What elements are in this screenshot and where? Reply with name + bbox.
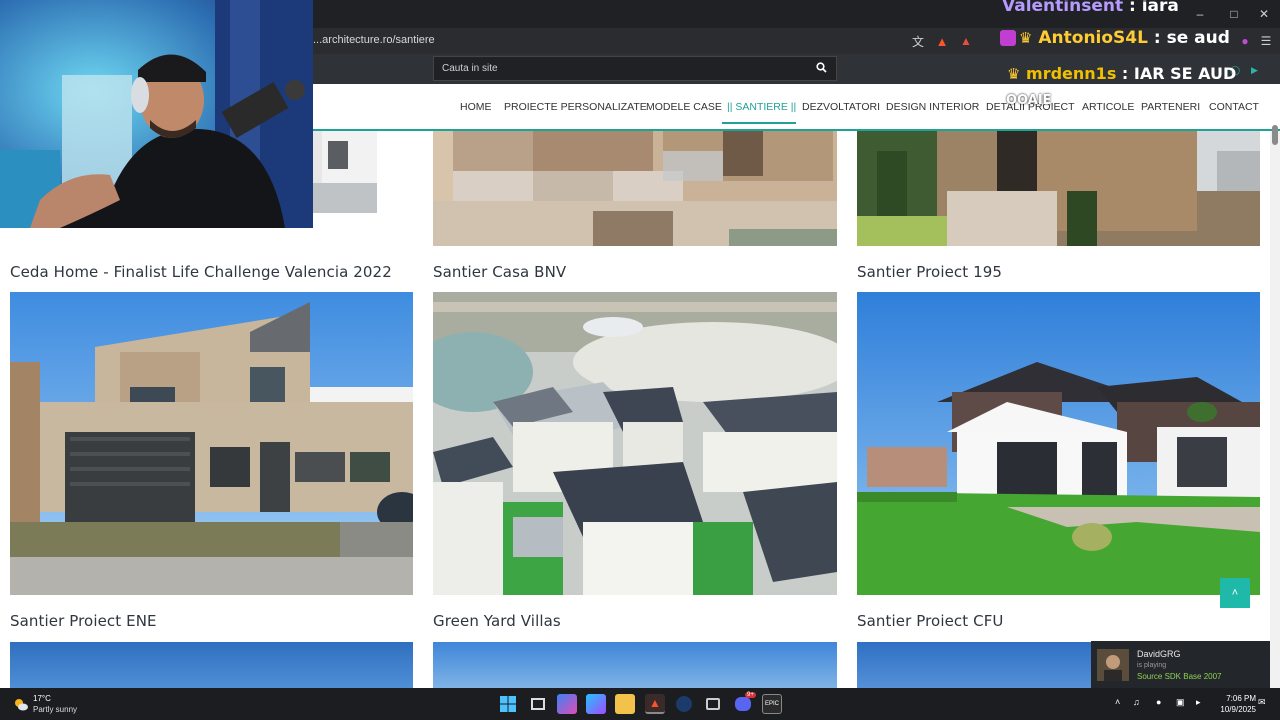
search-input[interactable] [434, 57, 804, 80]
chat-username: mrdenn1s [1026, 64, 1117, 83]
brave-browser-icon[interactable]: ▲ [645, 694, 665, 714]
task-view-icon[interactable] [528, 694, 548, 714]
brave-shield-icon[interactable]: ▲ [934, 33, 950, 49]
project-title[interactable]: Santier Proiect ENE [10, 612, 157, 630]
nav-contact[interactable]: CONTACT [1209, 101, 1259, 113]
minimize-icon[interactable]: – [1192, 6, 1208, 22]
m365-icon[interactable] [586, 694, 606, 714]
speaker-icon[interactable]: ♫ [1133, 697, 1140, 707]
steam-icon[interactable] [674, 694, 694, 714]
weather-icon[interactable] [13, 696, 29, 712]
project-image[interactable] [10, 642, 413, 688]
badge-icon [1000, 30, 1016, 46]
toast-status: is playing [1137, 662, 1167, 669]
project-image-ene[interactable] [10, 292, 413, 595]
chat-text: : IAR SE AUD [1116, 64, 1237, 83]
xbox-icon[interactable] [703, 694, 723, 714]
chevron-up-icon[interactable]: ˄ [1115, 697, 1120, 707]
rewards-icon[interactable]: ▲ [958, 33, 974, 49]
weather-temperature[interactable]: 17°C [33, 694, 51, 703]
notification-icon[interactable]: ✉ [1258, 697, 1266, 708]
volume-icon[interactable]: ▸ [1196, 697, 1201, 708]
project-image-cfu[interactable] [857, 292, 1260, 595]
chat-username: Valentinsent [1002, 0, 1124, 16]
nav-articole[interactable]: ARTICOLE [1082, 101, 1134, 113]
chat-username: AntonioS4L [1038, 28, 1148, 48]
nav-modele-case[interactable]: MODELE CASE [646, 101, 722, 113]
steam-notification[interactable]: DavidGRG is playing Source SDK Base 2007 [1091, 641, 1270, 688]
scrollbar-thumb[interactable] [1272, 125, 1278, 145]
project-image[interactable] [433, 642, 837, 688]
maximize-icon[interactable]: □ [1226, 6, 1242, 22]
extension-icon[interactable]: ● [1237, 33, 1253, 49]
webcam-overlay [0, 0, 313, 228]
nav-dezvoltatori[interactable]: DEZVOLTATORI [802, 101, 880, 113]
project-title[interactable]: Santier Proiect 195 [857, 263, 1002, 281]
chat-message: Valentinsent : iara [1002, 0, 1179, 16]
start-icon[interactable] [498, 694, 518, 714]
project-title[interactable]: Green Yard Villas [433, 612, 561, 630]
epic-games-icon[interactable]: EPIC [762, 694, 782, 714]
crown-icon: ♛ [1007, 65, 1021, 83]
stream-overlay-text: OOAIE [1006, 93, 1052, 108]
youtube-icon[interactable]: ▶ [1251, 65, 1258, 76]
chevron-up-icon: ˄ [1231, 587, 1239, 599]
clock-date[interactable]: 10/9/2025 [1210, 705, 1256, 714]
url-text[interactable]: ...architecture.ro/santiere [313, 34, 435, 46]
file-explorer-icon[interactable] [615, 694, 635, 714]
toast-game: Source SDK Base 2007 [1137, 672, 1222, 681]
project-image-green-yard-villas[interactable] [433, 292, 837, 595]
nav-parteneri[interactable]: PARTENERI [1141, 101, 1200, 113]
avatar [1097, 649, 1129, 681]
close-icon[interactable]: ✕ [1256, 6, 1272, 22]
nav-santiere[interactable]: || SANTIERE || [727, 101, 796, 113]
page-scrollbar[interactable] [1270, 125, 1280, 688]
discord-badge: 9+ [745, 692, 756, 698]
active-nav-underline [722, 122, 796, 124]
windows-taskbar: 17°C Partly sunny ▲ 9+ EPIC ˄ ♫ ● ▣ ▸ 7:… [0, 688, 1280, 720]
chat-text: : se aud [1147, 28, 1230, 48]
nav-home[interactable]: HOME [460, 101, 492, 113]
chat-message: ♛ AntonioS4L : se aud [1000, 28, 1230, 48]
project-image-proiect-195[interactable] [857, 131, 1260, 246]
toast-username: DavidGRG [1137, 649, 1181, 659]
project-title[interactable]: Santier Proiect CFU [857, 612, 1004, 630]
project-title[interactable]: Ceda Home - Finalist Life Challenge Vale… [10, 263, 392, 281]
search-icon[interactable] [816, 62, 828, 74]
weather-description[interactable]: Partly sunny [33, 705, 77, 714]
network-icon[interactable]: ▣ [1176, 697, 1185, 708]
site-search [433, 56, 837, 81]
back-to-top-button[interactable]: ˄ [1220, 578, 1250, 608]
chat-text: : iara [1123, 0, 1179, 16]
microphone-icon[interactable]: ● [1156, 697, 1161, 707]
project-image-casa-bnv[interactable] [433, 131, 837, 246]
project-title[interactable]: Santier Casa BNV [433, 263, 566, 281]
browser-menu-icon[interactable]: ☰ [1258, 33, 1274, 49]
chat-message: ♛ mrdenn1s : IAR SE AUD [1007, 64, 1236, 83]
crown-icon: ♛ [1019, 29, 1033, 47]
translate-icon[interactable]: 文 [910, 33, 926, 49]
nav-proiecte-personalizate[interactable]: PROIECTE PERSONALIZATE [504, 101, 647, 113]
copilot-icon[interactable] [557, 694, 577, 714]
nav-design-interior[interactable]: DESIGN INTERIOR [886, 101, 979, 113]
clock-time[interactable]: 7:06 PM [1216, 694, 1256, 703]
